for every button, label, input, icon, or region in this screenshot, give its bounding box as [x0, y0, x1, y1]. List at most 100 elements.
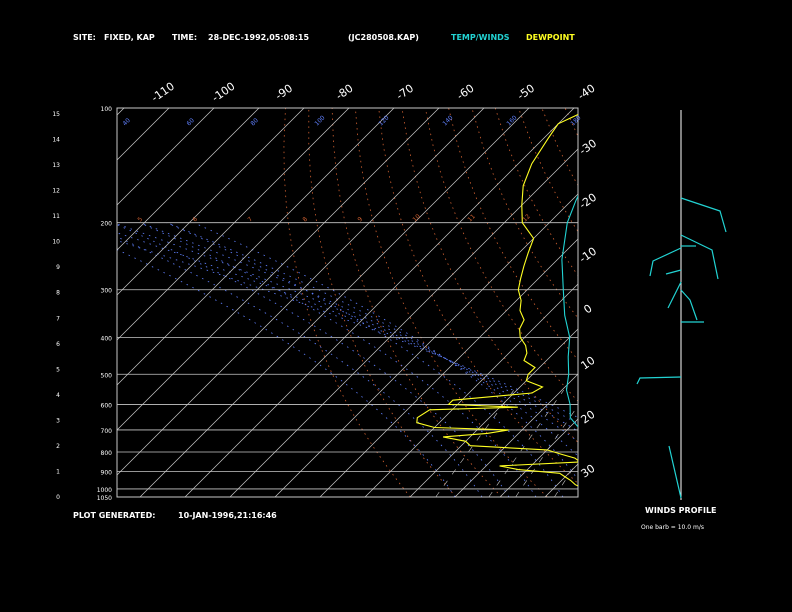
skewt-chart: 1002003004005006007008009001000105001234… [0, 33, 792, 531]
isotherm-line [635, 108, 792, 497]
top-temp-label: -110 [149, 80, 177, 105]
wind-barb [665, 269, 682, 275]
winds-profile [636, 110, 727, 500]
height-tick-label: 1 [56, 468, 60, 475]
isotherm-line [117, 108, 170, 161]
moist-adiabat [117, 249, 456, 497]
theta-label-lower: 7 [246, 216, 254, 224]
isotherm-line [0, 108, 79, 497]
theta-label: 180 [569, 114, 582, 127]
pressure-tick-label: 100 [101, 106, 113, 113]
right-temp-label: -10 [577, 245, 599, 266]
pressure-tick-label: 200 [101, 221, 113, 228]
theta-label-lower: 5 [136, 216, 144, 224]
top-temp-label: -90 [273, 82, 295, 103]
isotherm-line [117, 108, 215, 206]
plot-generated-value: 10-JAN-1996,21:16:46 [178, 511, 277, 520]
theta-label-lower: 9 [356, 216, 364, 224]
time-value: 28-DEC-1992,05:08:15 [208, 33, 309, 42]
height-tick-label: 3 [56, 417, 60, 424]
wind-barb [680, 289, 698, 321]
dry-adiabat [308, 108, 457, 497]
height-tick-label: 9 [56, 264, 60, 271]
theta-label: 120 [377, 114, 390, 127]
winds-profile-title: WINDS PROFILE [645, 506, 717, 515]
mixing-ratio-line [691, 390, 752, 497]
theta-label: 80 [249, 117, 259, 127]
pressure-tick-label: 300 [101, 288, 113, 295]
moist-adiabat [117, 224, 510, 497]
sounding-series [416, 113, 578, 487]
isotherm-lines [0, 108, 792, 497]
pressure-tick-label: 500 [101, 372, 113, 379]
moist-adiabat [193, 222, 578, 481]
isotherm-line [319, 238, 578, 497]
right-temp-label: 0 [581, 302, 594, 317]
site-label: SITE: [73, 33, 96, 42]
mixing-ratio-line [596, 390, 664, 497]
isotherm-line [184, 108, 575, 497]
dry-adiabat [448, 108, 578, 361]
isotherm-line [117, 108, 485, 476]
right-temp-label: 10 [579, 354, 598, 373]
pressure-tick-label: 1050 [97, 495, 112, 502]
top-temp-label: -50 [515, 82, 537, 103]
isotherm-line [117, 108, 125, 116]
theta-label-lower: 10 [411, 213, 421, 223]
legend-dewpoint: DEWPOINT [526, 33, 575, 42]
file-label: (JC280508.KAP) [348, 33, 419, 42]
dry-adiabat [658, 108, 792, 497]
legend-temp: TEMP/WINDS [451, 33, 510, 42]
wind-barb [668, 445, 682, 499]
height-tick-label: 14 [52, 137, 60, 144]
moist-adiabat [117, 236, 483, 497]
isotherm-line [117, 108, 440, 431]
dry-adiabat [283, 108, 411, 497]
height-tick-label: 10 [52, 239, 60, 246]
top-temp-label: -40 [575, 82, 597, 103]
pressure-tick-label: 1000 [97, 487, 112, 494]
pressure-tick-label: 600 [101, 402, 113, 409]
right-temp-label: 30 [579, 462, 598, 481]
height-tick-label: 12 [52, 188, 60, 195]
isotherm-line [544, 463, 578, 497]
isotherm-line [117, 108, 260, 251]
top-temp-label: -60 [454, 82, 476, 103]
dry-adiabat [775, 108, 792, 497]
dry-adiabat [471, 108, 578, 319]
isotherm-line [117, 108, 395, 386]
dry-adiabat [541, 108, 578, 187]
moist-adiabat [117, 240, 578, 418]
dry-adiabat [612, 108, 792, 497]
wind-barb [680, 197, 727, 233]
dry-adiabat [705, 108, 792, 497]
isotherm-line [117, 108, 305, 296]
dry-adiabat [728, 108, 792, 497]
isotherm-line [770, 108, 792, 497]
isotherm-line [499, 418, 578, 497]
chart-frame [116, 107, 579, 498]
isotherm-line [725, 108, 792, 497]
dry-adiabat [401, 108, 578, 443]
dry-adiabat [588, 108, 792, 497]
isotherm-line [139, 108, 530, 497]
mixing-ratio-line [554, 460, 578, 497]
moist-adiabat [167, 222, 578, 457]
theta-label-lower: 11 [466, 213, 476, 223]
right-temp-label: -30 [577, 137, 599, 158]
dry-adiabat [494, 108, 578, 277]
isotherm-line [229, 148, 578, 497]
wind-barb [667, 281, 682, 309]
plot-generated-label: PLOT GENERATED: [73, 511, 155, 520]
height-tick-label: 11 [52, 213, 60, 220]
dry-adiabat [331, 108, 502, 497]
dry-adiabat [751, 108, 792, 497]
dry-adiabat [682, 108, 792, 497]
isotherm-line [454, 373, 578, 497]
moist-adiabat [139, 222, 537, 497]
moist-adiabat [117, 232, 578, 424]
isotherm-line [364, 283, 578, 497]
height-tick-label: 13 [52, 162, 60, 169]
site-value: FIXED, KAP [104, 33, 155, 42]
theta-label-lower: 12 [521, 213, 531, 223]
